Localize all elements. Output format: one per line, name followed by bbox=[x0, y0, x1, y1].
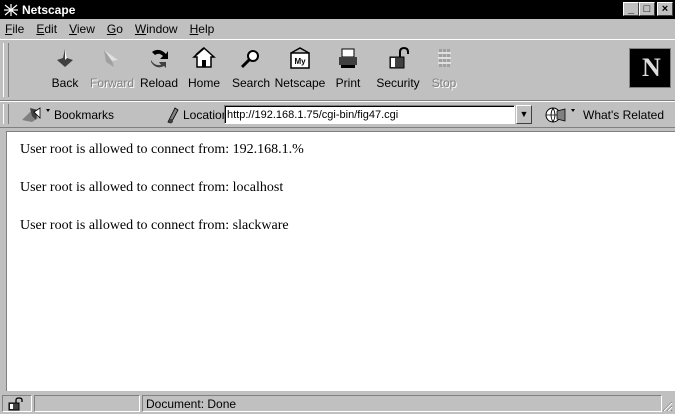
progress-cell bbox=[34, 395, 140, 412]
location-page-icon[interactable] bbox=[165, 106, 181, 124]
content-line: User root is allowed to connect from: sl… bbox=[20, 218, 289, 233]
forward-arrow-icon bbox=[104, 50, 118, 67]
menu-view[interactable]: View bbox=[63, 22, 101, 36]
home-icon bbox=[192, 46, 216, 68]
status-text: Document: Done bbox=[146, 397, 237, 411]
security-lock-status-icon bbox=[8, 397, 23, 411]
printer-icon bbox=[339, 48, 357, 68]
location-toolbar: Bookmarks Location: ▼ What's Related bbox=[0, 101, 675, 128]
menu-file[interactable]: File bbox=[0, 22, 30, 36]
menu-bar: File Edit View Go Window Help bbox=[0, 19, 675, 38]
menu-help[interactable]: Help bbox=[184, 22, 221, 36]
content-line: User root is allowed to connect from: 19… bbox=[20, 142, 304, 157]
bookmarks-icon[interactable] bbox=[20, 106, 52, 124]
menu-window[interactable]: Window bbox=[129, 22, 184, 36]
stop-button[interactable]: Stop bbox=[416, 46, 472, 98]
menu-go[interactable]: Go bbox=[101, 22, 129, 36]
url-dropdown-button[interactable]: ▼ bbox=[516, 105, 532, 124]
back-arrow-icon bbox=[57, 49, 73, 67]
close-button[interactable]: × bbox=[657, 2, 673, 16]
status-bar: Document: Done bbox=[0, 393, 675, 414]
reload-icon bbox=[151, 49, 168, 68]
page-content: User root is allowed to connect from: 19… bbox=[6, 131, 675, 391]
url-input[interactable] bbox=[224, 105, 515, 124]
window-title: Netscape bbox=[22, 2, 76, 17]
toolbar-grip[interactable] bbox=[3, 43, 9, 97]
netscape-throbber-logo[interactable]: N bbox=[629, 48, 671, 88]
search-button[interactable]: Search bbox=[223, 46, 279, 98]
security-status-cell[interactable] bbox=[2, 395, 32, 412]
content-line: User root is allowed to connect from: lo… bbox=[20, 180, 284, 195]
padlock-icon bbox=[389, 46, 409, 69]
location-toolbar-grip[interactable] bbox=[3, 104, 9, 124]
my-netscape-icon: My bbox=[290, 47, 310, 69]
title-bar[interactable]: Netscape _ □ × bbox=[0, 0, 675, 19]
stop-icon bbox=[438, 49, 451, 67]
whats-related-icon[interactable] bbox=[545, 106, 581, 124]
whats-related-button[interactable]: What's Related bbox=[583, 108, 664, 122]
navigation-toolbar: Back Forward Reload Home Search My Netsc… bbox=[0, 39, 675, 101]
search-icon bbox=[240, 50, 259, 69]
netscape-app-icon bbox=[4, 3, 18, 16]
browser-window: Netscape _ □ × File Edit View Go Window … bbox=[0, 0, 675, 414]
maximize-button[interactable]: □ bbox=[639, 2, 655, 16]
resize-grip-icon[interactable] bbox=[661, 400, 673, 412]
menu-edit[interactable]: Edit bbox=[30, 22, 63, 36]
minimize-button[interactable]: _ bbox=[623, 2, 639, 16]
bookmarks-button[interactable]: Bookmarks bbox=[54, 108, 114, 122]
svg-text:My: My bbox=[294, 57, 306, 66]
print-button[interactable]: Print bbox=[320, 46, 376, 98]
